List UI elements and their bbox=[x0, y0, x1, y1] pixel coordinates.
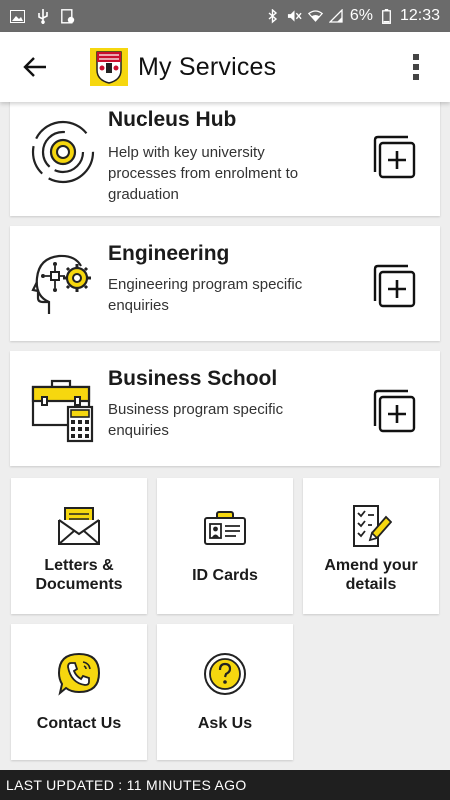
engineering-head-gear-icon bbox=[28, 248, 98, 318]
add-box-icon bbox=[373, 389, 416, 433]
image-icon bbox=[10, 9, 25, 23]
wifi-icon bbox=[307, 9, 323, 23]
signal-icon bbox=[329, 9, 344, 23]
add-service-button[interactable] bbox=[372, 263, 418, 309]
tile-amend-details[interactable]: Amend your details bbox=[303, 478, 439, 614]
service-card-nucleus-hub[interactable]: Nucleus Hub Help with key university pro… bbox=[10, 102, 440, 216]
back-button[interactable] bbox=[0, 32, 70, 102]
tile-label: Amend your details bbox=[324, 557, 418, 593]
tile-ask-us[interactable]: Ask Us bbox=[157, 624, 293, 760]
last-updated-text: LAST UPDATED : 11 MINUTES AGO bbox=[6, 777, 247, 793]
page-title: My Services bbox=[138, 52, 277, 81]
nucleus-icon bbox=[28, 117, 98, 187]
service-card-business-school[interactable]: Business School Business program specifi… bbox=[10, 351, 440, 466]
briefcase-calculator-icon bbox=[28, 375, 98, 445]
tile-id-cards[interactable]: ID Cards bbox=[157, 478, 293, 614]
tile-letters-documents[interactable]: Letters & Documents bbox=[11, 478, 147, 614]
edit-document-icon bbox=[303, 504, 439, 548]
arrow-left-icon bbox=[23, 57, 46, 77]
card-description: Business program specific enquiries bbox=[108, 401, 284, 439]
add-box-icon bbox=[373, 264, 416, 308]
university-logo bbox=[90, 48, 128, 86]
tile-label: Contact Us bbox=[36, 715, 122, 732]
envelope-icon bbox=[11, 506, 147, 546]
id-card-icon bbox=[157, 510, 293, 546]
add-box-icon bbox=[373, 135, 416, 179]
battery-percent: 6% bbox=[349, 7, 373, 24]
tile-label: Ask Us bbox=[197, 715, 253, 732]
usb-icon bbox=[35, 8, 50, 24]
card-title: Business School bbox=[108, 367, 278, 390]
battery-icon bbox=[379, 8, 394, 24]
service-card-engineering[interactable]: Engineering Engineering program specific… bbox=[10, 226, 440, 341]
status-bar: 6% 12:33 bbox=[0, 0, 450, 32]
mute-icon bbox=[287, 9, 302, 23]
card-description: Engineering program specific enquiries bbox=[108, 276, 303, 314]
tile-contact-us[interactable]: Contact Us bbox=[11, 624, 147, 760]
card-title: Nucleus Hub bbox=[108, 108, 237, 131]
screenshot-icon bbox=[60, 8, 75, 24]
app-bar: My Services bbox=[0, 32, 450, 102]
add-service-button[interactable] bbox=[372, 134, 418, 180]
more-vertical-icon bbox=[413, 54, 419, 80]
card-description: Help with key university processes from … bbox=[108, 144, 299, 203]
overflow-menu-button[interactable] bbox=[398, 32, 434, 102]
tile-label: Letters & Documents bbox=[35, 557, 123, 593]
phone-bubble-icon bbox=[11, 652, 147, 696]
question-icon bbox=[157, 652, 293, 696]
tile-label: ID Cards bbox=[192, 567, 258, 584]
add-service-button[interactable] bbox=[372, 388, 418, 434]
clock: 12:33 bbox=[399, 7, 440, 24]
last-updated-bar: LAST UPDATED : 11 MINUTES AGO bbox=[0, 770, 450, 800]
bluetooth-icon bbox=[266, 8, 281, 24]
card-title: Engineering bbox=[108, 242, 230, 265]
services-list: Nucleus Hub Help with key university pro… bbox=[0, 102, 450, 770]
